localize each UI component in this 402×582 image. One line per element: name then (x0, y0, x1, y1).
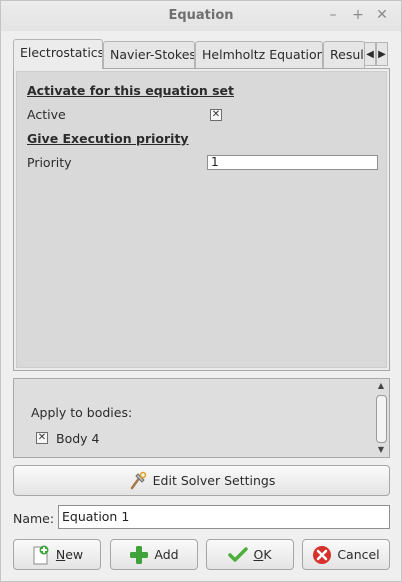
minimize-button[interactable]: – (324, 6, 342, 24)
priority-input[interactable]: 1 (207, 155, 378, 170)
add-button-label: Add (154, 547, 179, 562)
equation-settings-panel: Activate for this equation set Active ✕ … (13, 68, 390, 371)
title-bar[interactable]: Equation – + ✕ (1, 1, 401, 31)
scroll-down-icon[interactable]: ▼ (375, 445, 387, 455)
checkmark-icon (228, 545, 249, 565)
wrench-icon (128, 471, 148, 491)
activate-heading: Activate for this equation set (27, 83, 234, 98)
tab-results[interactable]: Resul (323, 41, 365, 68)
body-checkbox[interactable]: ✕ (36, 432, 48, 444)
priority-label: Priority (27, 155, 72, 170)
cancel-button-label: Cancel (337, 547, 380, 562)
active-checkbox[interactable]: ✕ (210, 109, 222, 121)
new-button[interactable]: New (13, 539, 101, 570)
tab-helmholtz-equation[interactable]: Helmholtz Equation (195, 41, 323, 68)
tab-scroll-right-icon[interactable]: ▶ (376, 42, 388, 66)
equation-tabs: Electrostatics Navier-Stokes Helmholtz E… (13, 39, 391, 69)
ok-button[interactable]: OK (206, 539, 294, 570)
new-document-icon (31, 545, 51, 565)
name-label: Name: (13, 511, 55, 526)
priority-heading: Give Execution priority (27, 131, 189, 146)
tab-scroll-left-icon[interactable]: ◀ (364, 42, 376, 66)
bodies-scrollbar[interactable]: ▲ ▼ (375, 381, 387, 455)
scrollbar-thumb[interactable] (376, 395, 387, 443)
maximize-button[interactable]: + (349, 6, 367, 24)
close-button[interactable]: ✕ (373, 6, 391, 24)
cancel-button[interactable]: Cancel (302, 539, 390, 570)
apply-to-bodies-label: Apply to bodies: (31, 405, 133, 420)
cancel-icon (312, 545, 332, 565)
ok-button-label: OK (253, 547, 272, 562)
apply-to-bodies-panel: Apply to bodies: ✕ Body 4 ▲ ▼ (13, 378, 390, 458)
active-label: Active (27, 107, 66, 122)
new-button-label: New (55, 547, 84, 562)
scroll-up-icon[interactable]: ▲ (375, 381, 387, 391)
equation-dialog: Equation – + ✕ Electrostatics Navier-Sto… (0, 0, 402, 582)
equation-name-input[interactable]: Equation 1 (58, 505, 390, 529)
edit-solver-settings-label: Edit Solver Settings (152, 473, 276, 488)
edit-solver-settings-button[interactable]: Edit Solver Settings (13, 465, 390, 496)
plus-icon (129, 545, 149, 565)
tab-navier-stokes[interactable]: Navier-Stokes (103, 41, 195, 68)
body-label: Body 4 (56, 431, 100, 446)
add-button[interactable]: Add (110, 539, 198, 570)
tab-electrostatics[interactable]: Electrostatics (13, 39, 103, 69)
